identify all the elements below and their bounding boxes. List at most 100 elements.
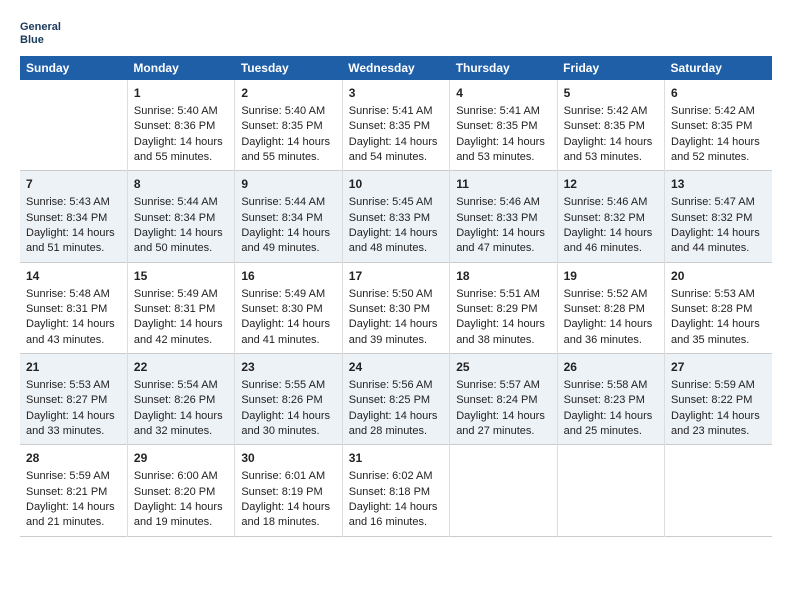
day-number: 6 (671, 85, 766, 102)
cell-w1-d3: 2Sunrise: 5:40 AMSunset: 8:35 PMDaylight… (235, 80, 342, 171)
day-number: 1 (134, 85, 228, 102)
day-number: 27 (671, 359, 766, 376)
cell-w2-d5: 11Sunrise: 5:46 AMSunset: 8:33 PMDayligh… (450, 171, 557, 262)
daylight-text: Daylight: 14 hours and 38 minutes. (456, 317, 550, 348)
sunset-text: Sunset: 8:32 PM (564, 211, 658, 226)
cell-w5-d3: 30Sunrise: 6:01 AMSunset: 8:19 PMDayligh… (235, 445, 342, 536)
sunrise-text: Sunrise: 5:43 AM (26, 195, 121, 210)
cell-w2-d6: 12Sunrise: 5:46 AMSunset: 8:32 PMDayligh… (557, 171, 664, 262)
sunrise-text: Sunrise: 5:57 AM (456, 378, 550, 393)
day-number: 28 (26, 450, 121, 467)
sunrise-text: Sunrise: 5:56 AM (349, 378, 443, 393)
cell-w5-d1: 28 Sunrise: 5:59 AMSunset: 8:21 PMDayligh… (20, 445, 127, 536)
cell-w2-d7: 13Sunrise: 5:47 AMSunset: 8:32 PMDayligh… (665, 171, 772, 262)
day-number: 30 (241, 450, 335, 467)
cell-w4-d4: 24Sunrise: 5:56 AMSunset: 8:25 PMDayligh… (342, 354, 449, 445)
sunset-text: Sunset: 8:21 PM (26, 485, 121, 500)
sunrise-text: Sunrise: 5:49 AM (241, 287, 335, 302)
logo-svg: General Blue (20, 16, 70, 48)
svg-text:General: General (20, 21, 61, 33)
sunrise-text: Sunrise: 5:46 AM (456, 195, 550, 210)
week-row-1: 1Sunrise: 5:40 AMSunset: 8:36 PMDaylight… (20, 80, 772, 171)
daylight-text: Daylight: 14 hours and 19 minutes. (134, 500, 228, 531)
daylight-text: Daylight: 14 hours and 47 minutes. (456, 226, 550, 257)
sunset-text: Sunset: 8:23 PM (564, 393, 658, 408)
daylight-text: Daylight: 14 hours and 50 minutes. (134, 226, 228, 257)
daylight-text: Daylight: 14 hours and 28 minutes. (349, 409, 443, 440)
daylight-text: Daylight: 14 hours and 30 minutes. (241, 409, 335, 440)
daylight-text: Daylight: 14 hours and 25 minutes. (564, 409, 658, 440)
sunset-text: Sunset: 8:32 PM (671, 211, 766, 226)
day-number: 9 (241, 176, 335, 193)
daylight-text: Daylight: 14 hours and 18 minutes. (241, 500, 335, 531)
week-row-4: 21Sunrise: 5:53 AMSunset: 8:27 PMDayligh… (20, 354, 772, 445)
day-number: 8 (134, 176, 228, 193)
sunrise-text: Sunrise: 5:46 AM (564, 195, 658, 210)
daylight-text: Daylight: 14 hours and 21 minutes. (26, 500, 121, 531)
daylight-text: Daylight: 14 hours and 46 minutes. (564, 226, 658, 257)
cell-w1-d5: 4Sunrise: 5:41 AMSunset: 8:35 PMDaylight… (450, 80, 557, 171)
daylight-text: Daylight: 14 hours and 52 minutes. (671, 135, 766, 166)
cell-w2-d3: 9Sunrise: 5:44 AMSunset: 8:34 PMDaylight… (235, 171, 342, 262)
day-number: 23 (241, 359, 335, 376)
sunset-text: Sunset: 8:31 PM (134, 302, 228, 317)
sunset-text: Sunset: 8:34 PM (26, 211, 121, 226)
day-header-monday: Monday (127, 56, 234, 80)
sunset-text: Sunset: 8:34 PM (134, 211, 228, 226)
day-number: 3 (349, 85, 443, 102)
day-number: 20 (671, 268, 766, 285)
sunrise-text: Sunrise: 5:53 AM (671, 287, 766, 302)
week-row-2: 7Sunrise: 5:43 AMSunset: 8:34 PMDaylight… (20, 171, 772, 262)
cell-w5-d6 (557, 445, 664, 536)
daylight-text: Daylight: 14 hours and 16 minutes. (349, 500, 443, 531)
cell-w1-d6: 5Sunrise: 5:42 AMSunset: 8:35 PMDaylight… (557, 80, 664, 171)
daylight-text: Daylight: 14 hours and 39 minutes. (349, 317, 443, 348)
day-header-tuesday: Tuesday (235, 56, 342, 80)
day-number: 22 (134, 359, 228, 376)
cell-w1-d2: 1Sunrise: 5:40 AMSunset: 8:36 PMDaylight… (127, 80, 234, 171)
daylight-text: Daylight: 14 hours and 54 minutes. (349, 135, 443, 166)
sunrise-text: Sunrise: 5:55 AM (241, 378, 335, 393)
sunset-text: Sunset: 8:33 PM (456, 211, 550, 226)
cell-w4-d5: 25Sunrise: 5:57 AMSunset: 8:24 PMDayligh… (450, 354, 557, 445)
sunset-text: Sunset: 8:30 PM (241, 302, 335, 317)
sunset-text: Sunset: 8:35 PM (349, 119, 443, 134)
sunset-text: Sunset: 8:26 PM (134, 393, 228, 408)
day-number: 16 (241, 268, 335, 285)
sunset-text: Sunset: 8:26 PM (241, 393, 335, 408)
daylight-text: Daylight: 14 hours and 49 minutes. (241, 226, 335, 257)
cell-w2-d2: 8Sunrise: 5:44 AMSunset: 8:34 PMDaylight… (127, 171, 234, 262)
day-number: 26 (564, 359, 658, 376)
sunrise-text: Sunrise: 5:50 AM (349, 287, 443, 302)
sunrise-text: Sunrise: 5:48 AM (26, 287, 121, 302)
sunset-text: Sunset: 8:28 PM (564, 302, 658, 317)
cell-w3-d1: 14Sunrise: 5:48 AMSunset: 8:31 PMDayligh… (20, 262, 127, 353)
sunrise-text: Sunrise: 5:42 AM (564, 104, 658, 119)
sunrise-text: Sunrise: 5:53 AM (26, 378, 121, 393)
sunset-text: Sunset: 8:22 PM (671, 393, 766, 408)
day-header-sunday: Sunday (20, 56, 127, 80)
day-number: 5 (564, 85, 658, 102)
day-number: 18 (456, 268, 550, 285)
cell-w1-d4: 3 Sunrise: 5:41 AMSunset: 8:35 PMDaylight… (342, 80, 449, 171)
cell-w4-d2: 22Sunrise: 5:54 AMSunset: 8:26 PMDayligh… (127, 354, 234, 445)
sunset-text: Sunset: 8:30 PM (349, 302, 443, 317)
sunrise-text: Sunrise: 5:41 AM (349, 104, 443, 119)
sunrise-text: Sunrise: 5:54 AM (134, 378, 228, 393)
sunrise-text: Sunrise: 5:49 AM (134, 287, 228, 302)
daylight-text: Daylight: 14 hours and 35 minutes. (671, 317, 766, 348)
daylight-text: Daylight: 14 hours and 42 minutes. (134, 317, 228, 348)
day-number: 24 (349, 359, 443, 376)
daylight-text: Daylight: 14 hours and 44 minutes. (671, 226, 766, 257)
sunrise-text: Sunrise: 6:00 AM (134, 469, 228, 484)
sunset-text: Sunset: 8:24 PM (456, 393, 550, 408)
daylight-text: Daylight: 14 hours and 53 minutes. (456, 135, 550, 166)
day-number: 4 (456, 85, 550, 102)
cell-w3-d7: 20Sunrise: 5:53 AMSunset: 8:28 PMDayligh… (665, 262, 772, 353)
sunrise-text: Sunrise: 5:59 AM (26, 469, 121, 484)
sunset-text: Sunset: 8:27 PM (26, 393, 121, 408)
sunset-text: Sunset: 8:20 PM (134, 485, 228, 500)
sunset-text: Sunset: 8:31 PM (26, 302, 121, 317)
cell-w5-d5 (450, 445, 557, 536)
cell-w4-d3: 23 Sunrise: 5:55 AMSunset: 8:26 PMDayligh… (235, 354, 342, 445)
